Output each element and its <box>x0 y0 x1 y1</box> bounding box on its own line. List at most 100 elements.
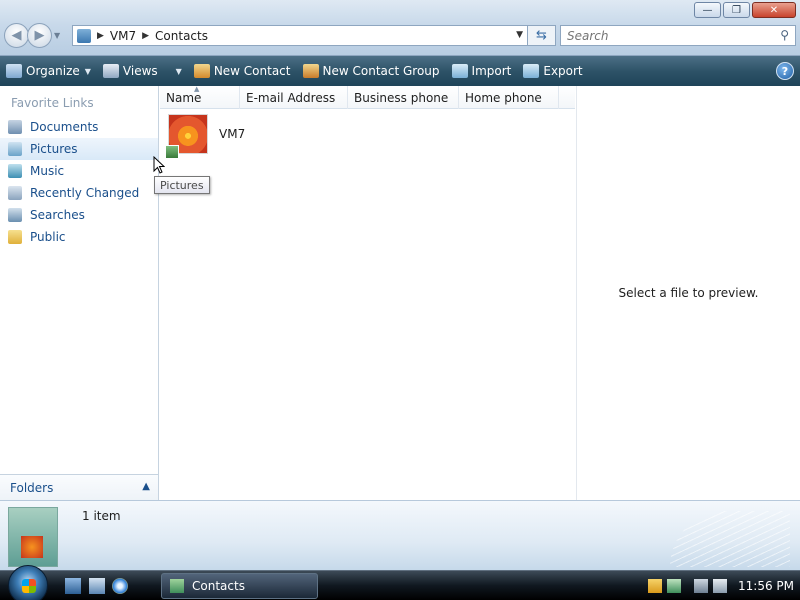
pictures-icon <box>8 142 22 156</box>
music-icon <box>8 164 22 178</box>
breadcrumb-vm7[interactable]: VM7 <box>110 29 136 43</box>
column-header-label: Home phone <box>465 90 542 105</box>
taskbar-button-label: Contacts <box>192 579 245 593</box>
favorite-links-list: Documents Pictures Music Recently Change… <box>0 116 158 248</box>
refresh-icon: ⇆ <box>536 28 547 43</box>
windows-defender-icon[interactable] <box>667 579 681 593</box>
column-header-name[interactable]: ▲ Name <box>160 85 240 109</box>
file-list: ▲ Name E-mail Address Business phone Hom… <box>160 85 575 500</box>
network-icon[interactable] <box>694 579 708 593</box>
close-button[interactable]: ✕ <box>752 2 796 18</box>
mouse-cursor-icon <box>153 156 165 174</box>
navigation-buttons: ◀ ▶ ▼ <box>4 23 64 48</box>
volume-muted-icon[interactable] <box>713 579 727 593</box>
title-bar: — ❐ ✕ ◀ ▶ ▼ ▶ VM7 ▶ Contacts ▼ ⇆ ⚲ <box>0 0 800 56</box>
contacts-folder-icon <box>77 28 91 43</box>
sidebar-item-searches[interactable]: Searches <box>0 204 158 226</box>
views-label: Views <box>122 64 158 78</box>
chevron-down-icon: ▼ <box>84 66 91 76</box>
favorite-links-heading: Favorite Links <box>11 96 94 110</box>
contact-badge-icon <box>165 145 179 159</box>
contact-name: VM7 <box>219 127 246 141</box>
sidebar-item-label: Pictures <box>30 142 78 156</box>
minimize-button[interactable]: — <box>694 2 721 18</box>
chevron-down-icon: ▼ <box>175 66 182 76</box>
security-shield-icon[interactable] <box>648 579 662 593</box>
column-headers: ▲ Name E-mail Address Business phone Hom… <box>160 85 575 109</box>
preview-message: Select a file to preview. <box>618 286 759 300</box>
sort-ascending-icon: ▲ <box>194 85 200 93</box>
sidebar-item-public[interactable]: Public <box>0 226 158 248</box>
new-contact-group-label: New Contact Group <box>322 64 440 78</box>
column-header-home-phone[interactable]: Home phone <box>459 86 559 109</box>
switch-windows-icon[interactable] <box>89 578 105 594</box>
taskbar: Contacts 11:56 PM <box>0 565 800 600</box>
folders-toggle[interactable]: Folders ▲ <box>0 474 158 500</box>
import-icon <box>451 64 468 78</box>
folders-label: Folders <box>10 480 54 495</box>
organize-button[interactable]: Organize ▼ <box>6 64 91 78</box>
sidebar-item-pictures[interactable]: Pictures <box>0 138 158 160</box>
forward-button[interactable]: ▶ <box>27 23 52 48</box>
address-dropdown-icon[interactable]: ▼ <box>516 30 523 40</box>
list-item[interactable]: VM7 <box>165 114 246 159</box>
column-header-email[interactable]: E-mail Address <box>240 86 348 109</box>
public-folder-icon <box>8 230 22 244</box>
decorative-swoosh <box>670 511 790 567</box>
views-icon <box>102 64 119 78</box>
breadcrumb-contacts[interactable]: Contacts <box>155 29 208 43</box>
window-controls: — ❐ ✕ <box>694 2 796 18</box>
new-contact-label: New Contact <box>213 64 291 78</box>
sidebar-item-documents[interactable]: Documents <box>0 116 158 138</box>
contact-photo <box>165 114 208 159</box>
new-contact-group-icon <box>302 64 319 78</box>
chevron-right-icon[interactable]: ▶ <box>142 31 149 41</box>
chevron-right-icon[interactable]: ▶ <box>97 31 104 41</box>
organize-icon <box>6 64 22 78</box>
back-button[interactable]: ◀ <box>4 23 29 48</box>
internet-explorer-icon[interactable] <box>112 578 128 594</box>
help-icon: ? <box>781 64 789 78</box>
contacts-folder-icon <box>8 507 58 567</box>
sidebar-item-recently-changed[interactable]: Recently Changed <box>0 182 158 204</box>
import-label: Import <box>471 64 512 78</box>
search-input[interactable] <box>567 28 767 43</box>
details-pane: 1 item <box>0 500 800 570</box>
sidebar-item-label: Recently Changed <box>30 186 140 200</box>
taskbar-button-contacts[interactable]: Contacts <box>161 573 318 599</box>
refresh-button[interactable]: ⇆ <box>527 26 555 45</box>
navigation-pane: Favorite Links Documents Pictures Music … <box>0 86 159 500</box>
import-button[interactable]: Import <box>451 64 512 78</box>
sidebar-item-label: Documents <box>30 120 99 134</box>
tooltip: Pictures <box>154 176 210 194</box>
searches-icon <box>8 208 22 222</box>
address-bar[interactable]: ▶ VM7 ▶ Contacts ▼ ⇆ <box>72 25 556 46</box>
show-desktop-icon[interactable] <box>65 578 81 594</box>
export-button[interactable]: Export <box>523 64 583 78</box>
search-box[interactable]: ⚲ <box>560 25 796 46</box>
export-label: Export <box>543 64 583 78</box>
system-tray: 11:56 PM <box>648 571 800 600</box>
recent-icon <box>8 186 22 200</box>
documents-icon <box>8 120 22 134</box>
back-arrow-icon: ◀ <box>11 28 22 43</box>
search-icon[interactable]: ⚲ <box>780 28 789 42</box>
start-button[interactable] <box>8 565 48 600</box>
clock[interactable]: 11:56 PM <box>738 579 794 593</box>
column-header-label: Business phone <box>354 90 449 105</box>
new-contact-button[interactable]: New Contact <box>193 64 291 78</box>
preview-pane: Select a file to preview. <box>576 86 800 500</box>
column-header-business-phone[interactable]: Business phone <box>348 86 459 109</box>
item-count: 1 item <box>82 509 121 523</box>
sidebar-item-label: Searches <box>30 208 85 222</box>
chevron-up-icon: ▲ <box>142 481 150 492</box>
new-contact-icon <box>193 64 210 78</box>
maximize-button[interactable]: ❐ <box>723 2 750 18</box>
views-button[interactable]: Views ▼ <box>102 64 182 78</box>
sidebar-item-music[interactable]: Music <box>0 160 158 182</box>
command-toolbar: Organize ▼ Views ▼ New Contact New Conta… <box>0 56 800 86</box>
help-button[interactable]: ? <box>776 62 794 80</box>
organize-label: Organize <box>26 64 80 78</box>
recent-pages-dropdown[interactable]: ▼ <box>54 31 64 40</box>
new-contact-group-button[interactable]: New Contact Group <box>302 64 440 78</box>
